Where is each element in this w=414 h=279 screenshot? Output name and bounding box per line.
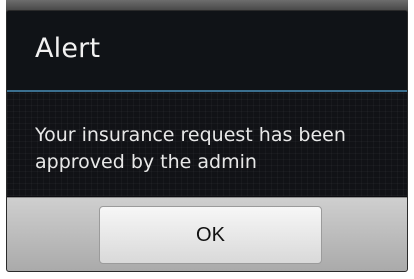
ok-button[interactable]: OK xyxy=(99,206,322,264)
dialog-message: Your insurance request has been approved… xyxy=(35,124,346,173)
screen: Alert Your insurance request has been ap… xyxy=(0,0,414,279)
dialog-title: Alert xyxy=(35,33,101,64)
alert-dialog: Alert Your insurance request has been ap… xyxy=(6,10,408,272)
dialog-button-bar: OK xyxy=(7,197,407,271)
dialog-message-area: Your insurance request has been approved… xyxy=(7,92,407,196)
dialog-title-bar: Alert xyxy=(7,11,407,91)
